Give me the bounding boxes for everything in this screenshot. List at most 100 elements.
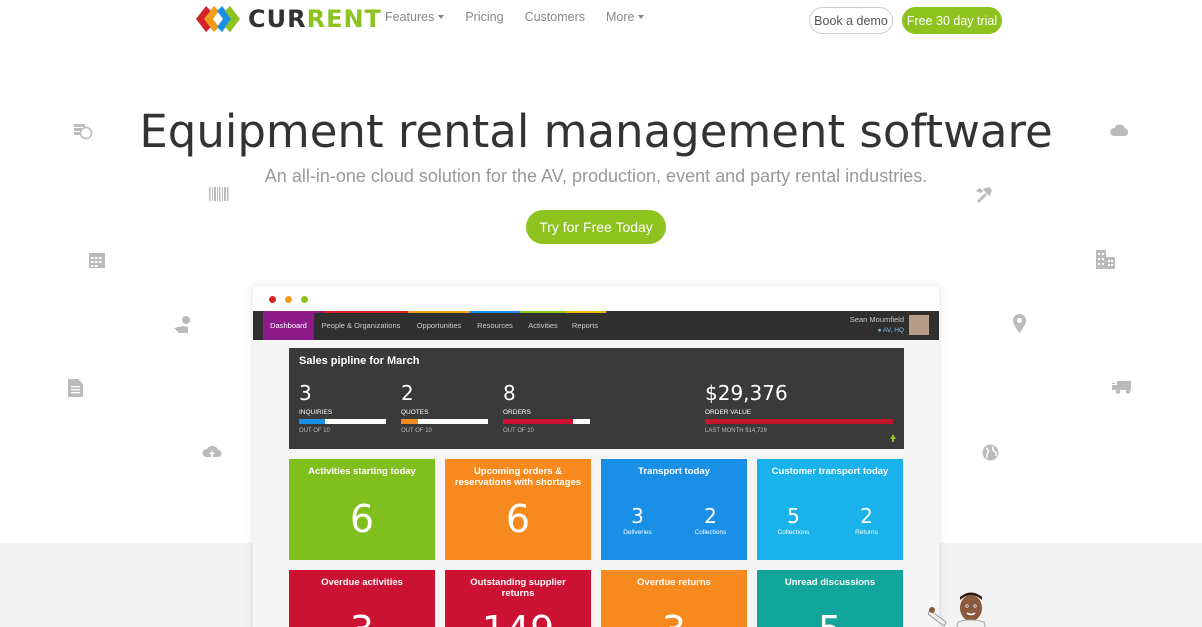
tile-overdue-returns[interactable]: Overdue returns 3 [601,570,747,627]
collections-count: 2 [704,504,717,528]
stat-value: 3 [299,381,312,405]
tile-value: 6 [505,497,531,541]
stat-progress-bar [401,419,488,424]
tab-opportunities[interactable]: Opportunities [411,311,467,340]
sales-pipeline-panel: Sales pipline for March 3 INQUIRIES OUT … [289,348,904,449]
collections-label: Collections [694,529,727,536]
nav-pricing[interactable]: Pricing [465,10,503,24]
nav-customers[interactable]: Customers [525,10,585,24]
location-pin-icon: ● [877,327,882,334]
location-pin-icon [1013,314,1026,333]
stat-progress-fill [503,419,573,424]
order-value-bar [705,419,893,424]
tab-activities[interactable]: Activities [523,311,563,340]
app-screenshot: Dashboard People & Organizations Opportu… [253,286,939,627]
stat-order-value[interactable]: $29,376 ORDER VALUE LAST MONTH $14,729 [705,381,893,434]
deliveries-label: Deliveries [623,529,652,536]
free-trial-button[interactable]: Free 30 day trial [902,7,1002,34]
chevron-down-icon [638,15,645,19]
tile-value: 3 [289,608,435,627]
stat-label: INQUIRIES [299,409,333,416]
tile-overdue-activities[interactable]: Overdue activities 3 [289,570,435,627]
tile-title: Activities starting today [308,466,416,477]
tile-upcoming-shortages[interactable]: Upcoming orders & reservations with shor… [445,459,591,560]
returns-label: Returns [855,529,878,536]
stat-sub: OUT OF 10 [503,428,534,434]
collections-label: Collections [777,529,810,536]
tab-dashboard[interactable]: Dashboard [263,311,314,340]
stat-sub: OUT OF 10 [401,428,432,434]
chevron-down-icon [438,15,445,19]
stat-value: 2 [401,381,414,405]
stat-inquiries[interactable]: 3 INQUIRIES OUT OF 10 [299,381,386,434]
nav-more[interactable]: More [606,10,645,24]
book-demo-button[interactable]: Book a demo [809,7,893,34]
buildings-icon [1096,250,1115,269]
stat-sub: OUT OF 10 [299,428,330,434]
tile-customer-transport[interactable]: Customer transport today 5 Collections 2R… [757,459,903,560]
tab-people-organizations[interactable]: People & Organizations [318,311,404,340]
user-icon [174,316,190,333]
calendar-icon [89,253,105,268]
tile-title: Overdue activities [321,577,403,588]
nav-links: Features Pricing Customers More [385,10,665,24]
logo-text: CURRENT [248,5,382,33]
window-dot-orange [285,296,292,303]
tile-pair: 5 Collections 2 Returns [757,504,903,536]
tile-transport-today[interactable]: Transport today 3 Deliveries 2 Collections [601,459,747,560]
stat-label: ORDERS [503,409,531,416]
tile-value: 3 [601,608,747,627]
stat-progress-bar [503,419,590,424]
stat-progress-fill [299,419,326,424]
avatar[interactable] [909,315,929,335]
current-logo[interactable]: CURRENT [194,4,382,34]
stat-label: QUOTES [401,409,429,416]
app-nav: Dashboard People & Organizations Opportu… [253,311,939,340]
order-value-sub: LAST MONTH $14,729 [705,428,767,434]
tile-value: 149 [445,608,591,627]
returns-count: 2 [860,504,873,528]
window-dots [269,296,317,303]
logo-mark-icon [196,6,240,32]
cloud-icon [1110,124,1129,136]
tile-title: Overdue returns [637,577,711,588]
user-location[interactable]: ● AV, HQ [878,327,904,334]
pipeline-title: Sales pipline for March [299,355,420,367]
order-value-label: ORDER VALUE [705,409,752,416]
order-value: $29,376 [705,381,788,405]
cloud-upload-icon [202,445,222,460]
mascot-illustration [928,592,986,627]
globe-icon [982,444,999,461]
stat-quotes[interactable]: 2 QUOTES OUT OF 10 [401,381,488,434]
tile-pair: 3 Deliveries 2 Collections [601,504,747,536]
tools-icon [976,187,992,203]
collections-count: 5 [787,504,800,528]
barcode-icon [209,187,229,201]
tile-supplier-returns[interactable]: Outstanding supplier returns 149 [445,570,591,627]
window-dot-red [269,296,276,303]
deliveries-count: 3 [631,504,644,528]
tile-activities-today[interactable]: Activities starting today 6 [289,459,435,560]
coins-icon [74,124,93,140]
hero-subtitle: An all-in-one cloud solution for the AV,… [264,166,928,186]
window-dot-green [301,296,308,303]
tile-value: 6 [349,497,375,541]
tab-reports[interactable]: Reports [569,311,601,340]
tile-title: Outstanding supplier returns [470,577,566,599]
hero-title: Equipment rental management software [139,105,1053,158]
top-nav: CURRENT Features Pricing Customers More … [0,0,1202,40]
stat-progress-fill [401,419,419,424]
document-icon [68,379,83,397]
tile-unread-discussions[interactable]: Unread discussions 5 [757,570,903,627]
dashboard: Sales pipline for March 3 INQUIRIES OUT … [253,340,939,627]
tile-title: Transport today [638,466,710,477]
tile-value: 5 [757,608,903,627]
tile-title: Customer transport today [771,466,889,477]
tile-title: Upcoming orders & reservations with shor… [454,466,582,488]
try-free-button[interactable]: Try for Free Today [526,210,666,244]
tab-resources[interactable]: Resources [473,311,517,340]
stat-orders[interactable]: 8 ORDERS OUT OF 10 [503,381,590,434]
stat-progress-bar [299,419,386,424]
user-name[interactable]: Sean Moumfield [850,315,904,324]
nav-features[interactable]: Features [385,10,445,24]
